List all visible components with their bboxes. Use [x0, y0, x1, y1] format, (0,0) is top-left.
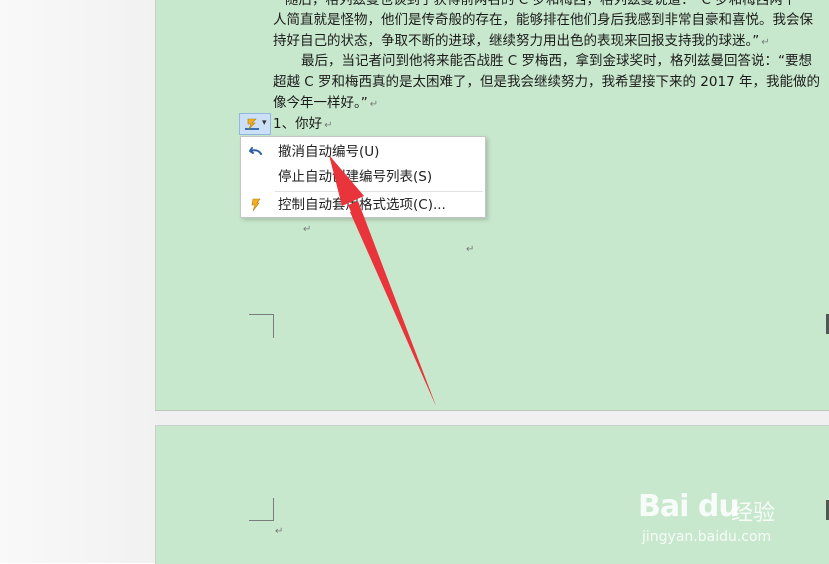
numbered-list-item[interactable]: 1、你好 ↵ [273, 114, 332, 136]
autocorrect-context-menu: 撤消自动编号(U) 停止自动创建编号列表(S) 控制自动套用格式选项(C)... [240, 136, 486, 218]
menu-item-undo-auto-numbering[interactable]: 撤消自动编号(U) [241, 140, 485, 164]
paragraph-mark: ↵ [303, 224, 312, 235]
autocorrect-options-button[interactable]: ▾ [239, 113, 271, 135]
text-line-1: 随后，格列兹曼也谈到了获得前两名的 C 罗和梅西，格列兹曼说道：“C 罗和梅西两… [285, 0, 797, 8]
baidu-watermark: Bai du 经验 jingyan.baidu.com [636, 475, 826, 555]
left-margin-gutter [0, 0, 155, 563]
watermark-url: jingyan.baidu.com [642, 529, 772, 545]
lightning-icon [245, 118, 259, 130]
menu-item-stop-auto-numbering[interactable]: 停止自动创建编号列表(S) [241, 165, 485, 189]
chevron-down-icon: ▾ [262, 118, 267, 128]
paragraph-mark: ↵ [324, 120, 333, 131]
paragraph-mark: ↵ [275, 526, 284, 537]
watermark-jingyan-text: 经验 [731, 501, 776, 526]
text-line-3: 持好自己的状态，争取不断的进球，继续努力用出色的表现来回报支持我的球迷。” ↵ [273, 33, 770, 49]
lightning-icon [251, 198, 261, 212]
text-line-2: 人简直就是怪物，他们是传奇般的存在，能够排在他们身后我感到非常自豪和喜悦。我会保 [273, 12, 813, 28]
page-separator [155, 411, 829, 425]
paragraph-mark: ↵ [761, 37, 770, 48]
margin-corner-mark [249, 498, 274, 521]
text-line-6: 像今年一样好。” ↵ [273, 95, 379, 111]
paragraph-mark: ↵ [466, 244, 475, 255]
menu-separator [275, 191, 483, 192]
margin-corner-mark [249, 314, 274, 338]
menu-item-autoformat-options[interactable]: 控制自动套用格式选项(C)... [241, 193, 485, 217]
paragraph-mark: ↵ [369, 99, 379, 110]
text-line-5: 超越 C 罗和梅西真的是太困难了，但是我会继续努力，我希望接下来的 2017 年… [273, 74, 820, 90]
baidu-logo: Bai du [638, 489, 740, 524]
undo-icon [249, 147, 262, 155]
text-line-4: 最后，当记者问到他将来能否战胜 C 罗梅西，拿到金球奖时，格列兹曼回答说：“要想 [301, 53, 813, 69]
